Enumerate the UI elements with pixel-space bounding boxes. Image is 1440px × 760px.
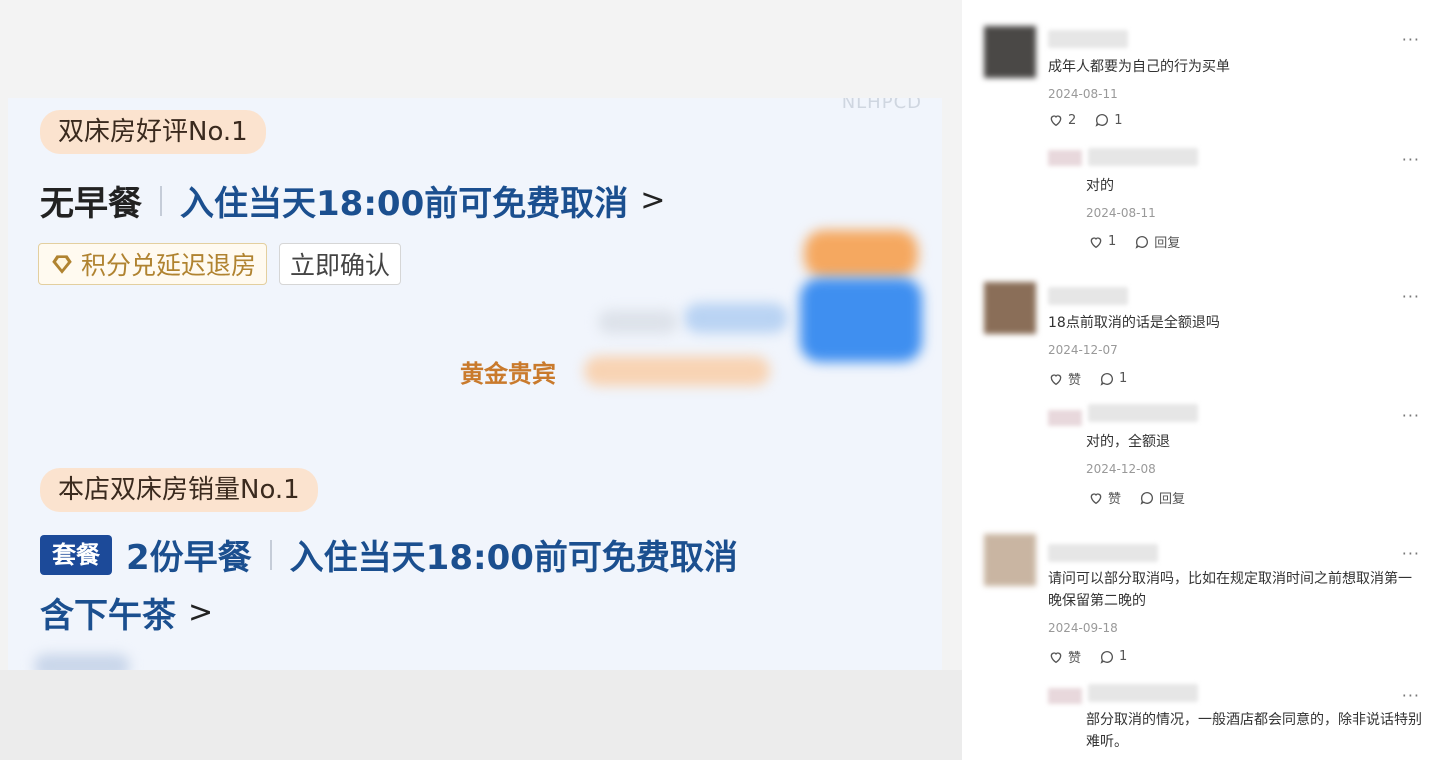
afternoon-tea: 含下午茶 [40,596,176,636]
reply-count: 1 [1119,371,1128,386]
package-badge: 套餐 [40,534,112,575]
meal-info: 2份早餐 [126,538,252,578]
tag-label: 立即确认 [290,251,391,280]
more-options-icon[interactable]: ··· [1402,544,1420,563]
blurred-member-price [584,356,770,386]
reply-button[interactable]: 1 [1094,112,1123,128]
like-count: 赞 [1108,492,1122,507]
heart-icon [1050,115,1062,127]
reply-button[interactable]: 1 [1099,371,1127,387]
comment-text: 成年人都要为自己的行为买单 [1048,59,1230,75]
reply-avatar[interactable] [1048,150,1082,166]
avatar[interactable] [984,26,1036,78]
reply-label: 回复 [1159,492,1186,507]
username-blurred[interactable] [1048,544,1158,562]
username-blurred[interactable] [1088,404,1198,422]
reply-actions: 1 回复 [1088,232,1198,251]
more-options-icon[interactable]: ··· [1402,406,1420,425]
chat-bubble-icon [1135,235,1149,249]
gold-member-label: 黄金贵宾 [460,360,556,388]
like-count: 1 [1108,234,1117,249]
reply-count: 1 [1114,112,1123,128]
comments-panel: ··· 成年人都要为自己的行为买单 2024-08-11 2 1 ··· 对的 … [962,0,1440,760]
like-button[interactable]: 赞 [1088,488,1121,507]
blurred-text [598,310,678,334]
reply-text: 部分取消的情况，一般酒店都会同意的，除非说话特别难听。 [1086,712,1422,750]
comment-actions: 赞 1 [1048,369,1145,388]
username-blurred[interactable] [1048,287,1128,305]
like-button[interactable]: 2 [1048,112,1076,128]
tag-label: 积分兑延迟退房 [81,251,257,280]
points-late-checkout-tag: 积分兑延迟退房 [38,243,268,285]
more-options-icon[interactable]: ··· [1402,287,1420,306]
comment-actions: 赞 1 [1048,647,1145,666]
comment-text: 18点前取消的话是全额退吗 [1048,315,1220,331]
rank-badge-sales: 本店双床房销量No.1 [40,468,318,512]
username-blurred[interactable] [1088,148,1198,166]
chevron-right-icon: > [640,183,666,218]
heart-icon [1050,373,1062,385]
diamond-heart-icon [52,255,72,274]
divider [269,539,272,570]
reply-text: 对的 [1086,178,1114,194]
divider [160,185,162,216]
username-blurred[interactable] [1048,30,1128,48]
like-count: 2 [1068,112,1077,128]
chevron-right-icon: > [188,595,214,630]
like-count: 赞 [1068,373,1082,388]
comment-date: 2024-12-07 [1048,343,1118,357]
heart-icon [1090,236,1102,248]
chat-bubble-icon [1100,650,1113,664]
avatar[interactable] [984,534,1036,586]
reply-text: 对的，全额退 [1086,434,1170,450]
heart-icon [1050,651,1062,663]
reply-label: 回复 [1154,236,1181,251]
blurred-price-tag [804,230,918,278]
cancel-policy: 入住当天18:00前可免费取消 [180,184,629,224]
chat-bubble-icon [1095,114,1109,127]
room2-extra-line[interactable]: 含下午茶 > [40,588,213,637]
reply-avatar[interactable] [1048,410,1082,426]
more-options-icon[interactable]: ··· [1402,150,1420,169]
meal-info: 无早餐 [40,184,142,224]
instant-confirm-tag: 立即确认 [279,243,402,285]
reply-date: 2024-12-08 [1086,462,1156,476]
blurred-price [684,303,788,333]
comment-date: 2024-09-18 [1048,621,1118,635]
like-button[interactable]: 赞 [1048,647,1081,666]
room1-policy-line[interactable]: 无早餐 入住当天18:00前可免费取消 > [40,176,665,225]
reply-actions: 赞 回复 [1088,488,1203,507]
cancel-policy: 入住当天18:00前可免费取消 [289,538,738,578]
chat-bubble-icon [1140,491,1153,505]
reply-button[interactable]: 1 [1099,649,1127,665]
room-list-screenshot: NLHPCD 双床房好评No.1 无早餐 入住当天18:00前可免费取消 > 积… [0,0,962,760]
reply-avatar[interactable] [1048,688,1082,704]
reply-count: 1 [1119,649,1128,664]
watermark: NLHPCD [841,98,922,113]
room2-policy-line[interactable]: 套餐 2份早餐 入住当天18:00前可免费取消 [40,530,738,579]
username-blurred[interactable] [1088,684,1198,702]
heart-icon [1090,492,1102,504]
comment-date: 2024-08-11 [1048,87,1118,101]
room-card-area: NLHPCD 双床房好评No.1 无早餐 入住当天18:00前可免费取消 > 积… [8,98,942,670]
like-button[interactable]: 1 [1088,234,1116,250]
comment-actions: 2 1 [1048,112,1141,128]
blurred-tag [34,654,130,670]
reply-button[interactable]: 回复 [1139,488,1185,507]
comment-text: 请问可以部分取消吗，比如在规定取消时间之前想取消第一晚保留第二晚的 [1048,571,1412,609]
reply-button[interactable]: 回复 [1134,232,1180,251]
blurred-book-button[interactable] [800,278,922,362]
more-options-icon[interactable]: ··· [1402,30,1420,49]
avatar[interactable] [984,282,1036,334]
like-button[interactable]: 赞 [1048,369,1081,388]
reply-date: 2024-08-11 [1086,206,1156,220]
more-options-icon[interactable]: ··· [1402,686,1420,705]
like-count: 赞 [1068,651,1082,666]
rank-badge-rating: 双床房好评No.1 [40,110,266,154]
bottom-margin [0,670,962,760]
chat-bubble-icon [1100,372,1113,386]
